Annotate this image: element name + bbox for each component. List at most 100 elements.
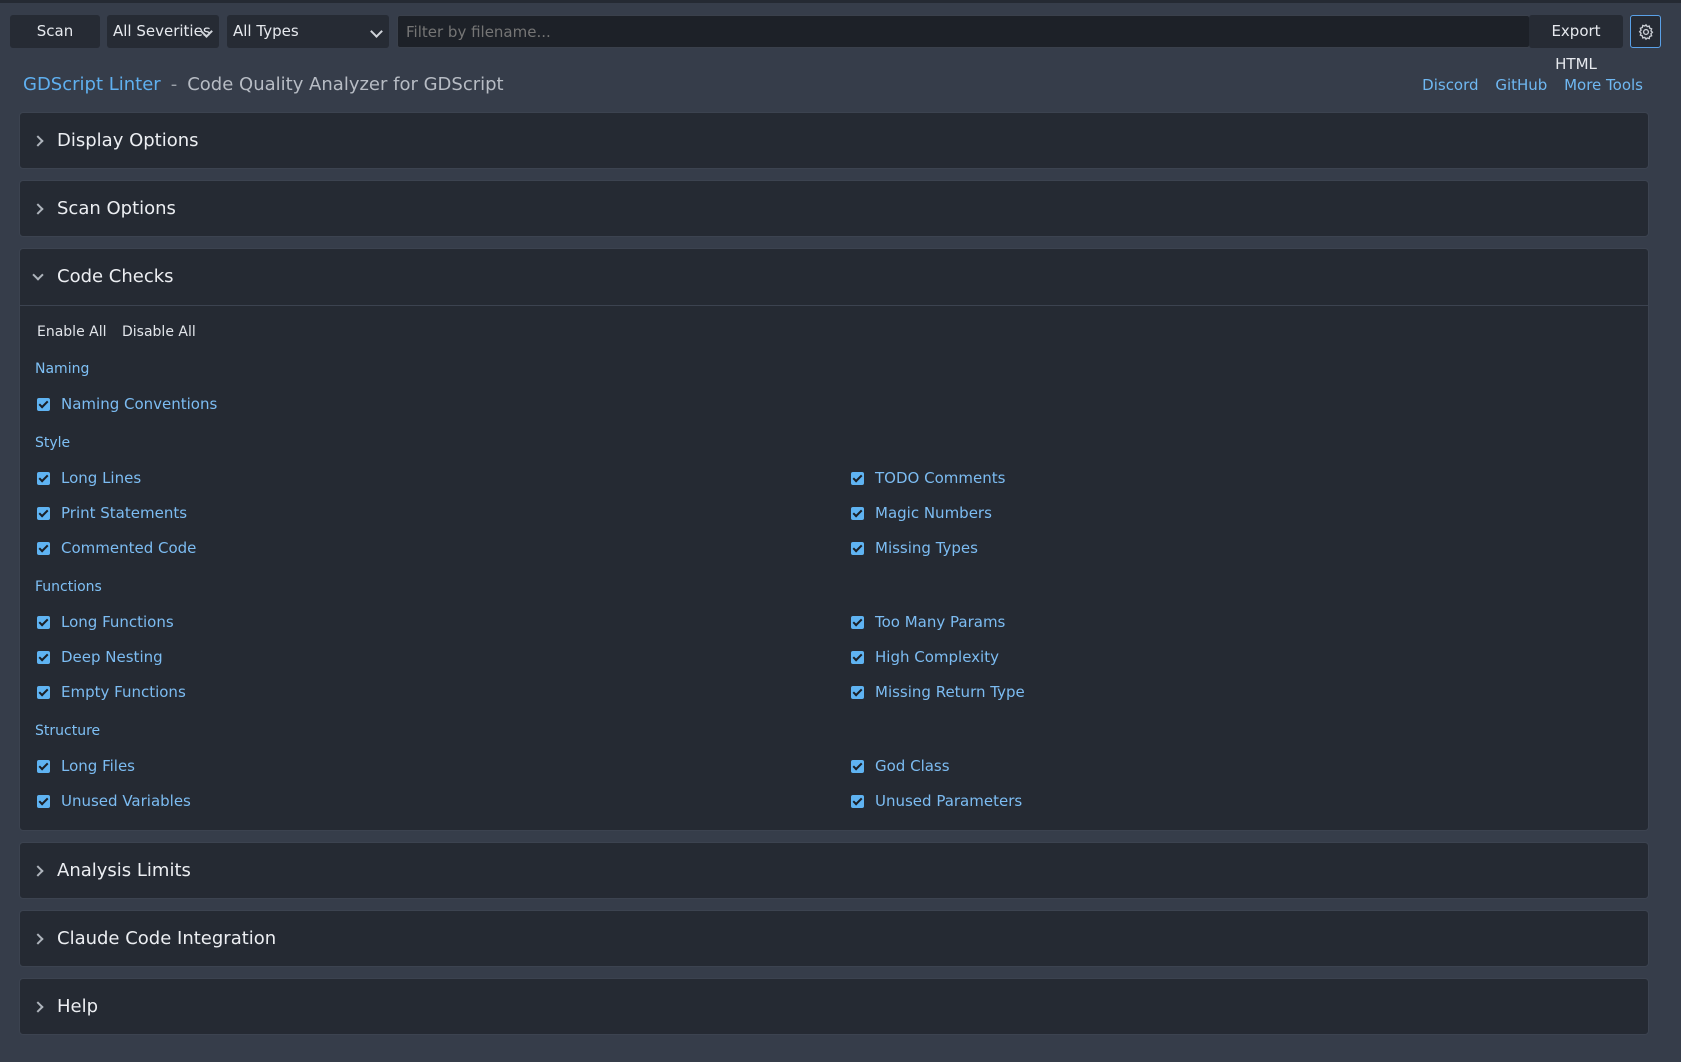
checkbox-checked[interactable] — [851, 794, 864, 808]
chevron-right-icon — [32, 203, 44, 215]
header-separator: - — [170, 74, 178, 95]
checkbox-checked[interactable] — [37, 615, 50, 629]
severity-select-value: All Severities — [113, 22, 211, 40]
check-god-class[interactable]: God Class — [851, 756, 950, 776]
checkbox-checked[interactable] — [851, 471, 864, 485]
checkbox-checked[interactable] — [851, 506, 864, 520]
analysis-limits-panel: Analysis Limits — [19, 842, 1649, 899]
check-label: God Class — [875, 757, 950, 775]
code-checks-body: Enable All Disable All Naming Naming Con… — [20, 305, 1648, 831]
check-high-complexity[interactable]: High Complexity — [851, 647, 999, 667]
checkbox-checked[interactable] — [37, 759, 50, 773]
check-label: Empty Functions — [61, 683, 186, 701]
check-label: Long Functions — [61, 613, 174, 631]
checkbox-checked[interactable] — [37, 794, 50, 808]
check-label: Unused Variables — [61, 792, 191, 810]
disable-all-button[interactable]: Disable All — [122, 324, 196, 340]
section-title: Display Options — [57, 130, 199, 151]
chevron-down-icon — [32, 269, 44, 281]
section-title: Analysis Limits — [57, 860, 191, 881]
check-label: Magic Numbers — [875, 504, 992, 522]
checkbox-checked[interactable] — [851, 759, 864, 773]
check-unused-variables[interactable]: Unused Variables — [37, 791, 191, 811]
check-label: Too Many Params — [875, 613, 1006, 631]
checkbox-checked[interactable] — [37, 471, 50, 485]
enable-all-button[interactable]: Enable All — [37, 324, 107, 340]
check-unused-parameters[interactable]: Unused Parameters — [851, 791, 1022, 811]
check-magic-numbers[interactable]: Magic Numbers — [851, 503, 992, 523]
chevron-right-icon — [32, 1001, 44, 1013]
check-print-statements[interactable]: Print Statements — [37, 503, 187, 523]
analysis-limits-header[interactable]: Analysis Limits — [20, 843, 1648, 899]
scan-button[interactable]: Scan — [10, 15, 100, 48]
checkbox-checked[interactable] — [37, 397, 50, 411]
gear-icon — [1638, 23, 1653, 40]
checkbox-checked[interactable] — [37, 541, 50, 555]
check-label: Missing Types — [875, 539, 978, 557]
checkbox-checked[interactable] — [37, 506, 50, 520]
checkbox-checked[interactable] — [851, 541, 864, 555]
check-label: Deep Nesting — [61, 648, 163, 666]
code-checks-panel: Code Checks Enable All Disable All Namin… — [19, 248, 1649, 831]
help-header[interactable]: Help — [20, 979, 1648, 1035]
help-panel: Help — [19, 978, 1649, 1035]
scan-options-panel: Scan Options — [19, 180, 1649, 237]
section-title: Help — [57, 996, 99, 1017]
section-title: Scan Options — [57, 198, 176, 219]
checkbox-checked[interactable] — [37, 685, 50, 699]
filename-filter-input[interactable] — [397, 15, 1530, 48]
scan-options-header[interactable]: Scan Options — [20, 181, 1648, 237]
checkbox-checked[interactable] — [851, 685, 864, 699]
header-links: Discord GitHub More Tools — [1410, 76, 1643, 94]
section-title: Claude Code Integration — [57, 928, 277, 949]
window-top-border — [0, 0, 1681, 3]
check-label: TODO Comments — [875, 469, 1006, 487]
severity-select[interactable]: All Severities — [107, 15, 219, 48]
app-header: GDScript Linter - Code Quality Analyzer fo… — [23, 74, 1643, 98]
toolbar: Scan All Severities All Types Export HTM… — [10, 15, 1661, 73]
chevron-right-icon — [32, 865, 44, 877]
check-long-functions[interactable]: Long Functions — [37, 612, 174, 632]
type-select-value: All Types — [233, 22, 299, 40]
check-deep-nesting[interactable]: Deep Nesting — [37, 647, 163, 667]
category-style: Style — [35, 435, 71, 451]
settings-button[interactable] — [1630, 15, 1661, 48]
check-too-many-params[interactable]: Too Many Params — [851, 612, 1005, 632]
checkbox-checked[interactable] — [851, 650, 864, 664]
code-checks-header[interactable]: Code Checks — [20, 249, 1648, 305]
app-subtitle: Code Quality Analyzer for GDScript — [187, 74, 504, 95]
brand-link[interactable]: GDScript Linter — [23, 74, 161, 95]
more-tools-link[interactable]: More Tools — [1564, 76, 1643, 94]
check-commented-code[interactable]: Commented Code — [37, 538, 196, 558]
check-label: Long Lines — [61, 469, 142, 487]
section-title: Code Checks — [57, 266, 174, 287]
check-label: Unused Parameters — [875, 792, 1023, 810]
check-naming-conventions[interactable]: Naming Conventions — [37, 394, 217, 414]
check-missing-types[interactable]: Missing Types — [851, 538, 978, 558]
checkbox-checked[interactable] — [37, 650, 50, 664]
checkbox-checked[interactable] — [851, 615, 864, 629]
check-todo-comments[interactable]: TODO Comments — [851, 468, 1005, 488]
claude-integration-panel: Claude Code Integration — [19, 910, 1649, 967]
check-label: Print Statements — [61, 504, 188, 522]
check-label: Long Files — [61, 757, 135, 775]
check-empty-functions[interactable]: Empty Functions — [37, 682, 186, 702]
check-label: Missing Return Type — [875, 683, 1025, 701]
claude-integration-header[interactable]: Claude Code Integration — [20, 911, 1648, 967]
check-long-lines[interactable]: Long Lines — [37, 468, 141, 488]
export-html-button[interactable]: Export HTML — [1529, 15, 1623, 73]
check-label: Commented Code — [61, 539, 197, 557]
chevron-down-icon — [370, 25, 383, 38]
check-long-files[interactable]: Long Files — [37, 756, 135, 776]
check-label: Naming Conventions — [61, 395, 218, 413]
display-options-header[interactable]: Display Options — [20, 113, 1648, 169]
check-missing-return-type[interactable]: Missing Return Type — [851, 682, 1025, 702]
display-options-panel: Display Options — [19, 112, 1649, 169]
discord-link[interactable]: Discord — [1422, 76, 1478, 94]
category-functions: Functions — [35, 579, 102, 595]
category-naming: Naming — [35, 361, 90, 377]
chevron-right-icon — [32, 135, 44, 147]
github-link[interactable]: GitHub — [1495, 76, 1547, 94]
category-structure: Structure — [35, 723, 101, 739]
type-select[interactable]: All Types — [227, 15, 389, 48]
